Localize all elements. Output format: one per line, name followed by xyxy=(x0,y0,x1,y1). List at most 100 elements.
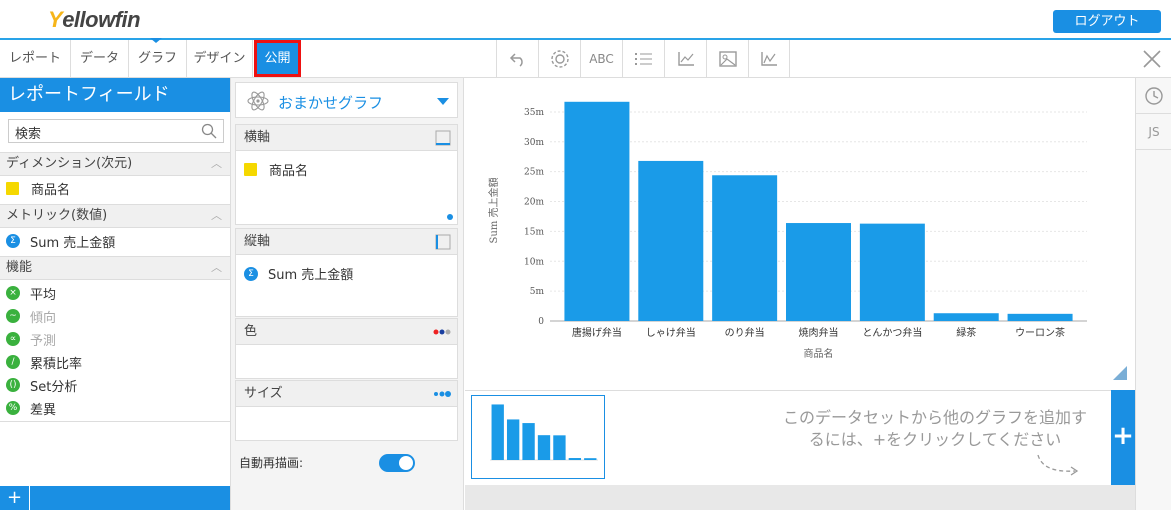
function-item-set-analysis[interactable]: () Set分析 xyxy=(6,374,77,396)
clock-icon[interactable] xyxy=(1136,78,1171,114)
function-item-forecast[interactable]: ∝ 予測 xyxy=(6,328,56,350)
dimension-icon xyxy=(6,181,19,195)
size-dots-icon xyxy=(434,391,451,397)
yellowfin-logo[interactable]: Yellowfin xyxy=(48,7,141,32)
field-item-sum-sales[interactable]: Σ Sum 売上金額 xyxy=(6,230,115,252)
bar xyxy=(564,101,630,321)
x-axis-dropzone[interactable]: 横軸 商品名 xyxy=(235,124,458,225)
auto-redraw-label: 自動再描画: xyxy=(239,456,304,470)
chart-canvas: 0 5m 10m 15m 20m 25m 30m 35m 唐揚げ弁当 しゃけ弁当 のり弁当 焼肉弁当 と… xyxy=(465,78,1135,390)
close-icon[interactable] xyxy=(1141,48,1163,70)
dimension-section-header[interactable]: ディメンション(次元) ︿ xyxy=(0,152,230,176)
function-label: 累積比率 xyxy=(30,356,83,372)
x-tick-label: とんかつ弁当 xyxy=(862,326,922,339)
bar-chart: 0 5m 10m 15m 20m 25m 30m 35m 唐揚げ弁当 しゃけ弁当 のり弁当 焼肉弁当 と… xyxy=(487,101,1087,360)
y-tick-label: 15m xyxy=(524,227,544,237)
function-label: 差異 xyxy=(30,402,57,418)
app-header: Yellowfin ログアウト xyxy=(0,0,1171,40)
function-item-average[interactable]: × 平均 xyxy=(6,282,56,304)
y-axis-dropzone[interactable]: 縦軸 Σ Sum 売上金額 xyxy=(235,228,458,317)
function-label: 予測 xyxy=(30,333,57,349)
bar xyxy=(638,160,704,321)
chart-builder-panel: おまかせグラフ 横軸 商品名 縦軸 Σ Sum 売上金額 色 サイズ 自動再描画… xyxy=(231,78,464,510)
color-dropzone[interactable]: 色 xyxy=(235,318,458,379)
settings-icon[interactable] xyxy=(538,40,580,77)
chevron-down-icon[interactable] xyxy=(437,98,449,105)
y-tick-label: 30m xyxy=(524,138,544,148)
tab-data[interactable]: データ xyxy=(71,40,129,77)
list-icon[interactable] xyxy=(622,40,664,77)
function-label: 傾向 xyxy=(30,310,57,326)
thumbnail-scroll-area xyxy=(465,485,1135,510)
logout-button[interactable]: ログアウト xyxy=(1053,10,1161,33)
divider xyxy=(0,421,230,422)
atom-icon xyxy=(247,91,269,111)
function-item-variance[interactable]: % 差異 xyxy=(6,397,56,419)
line-chart-icon[interactable] xyxy=(748,40,790,77)
y-tick-label: 20m xyxy=(524,198,544,208)
chevron-up-icon[interactable]: ︿ xyxy=(211,257,222,279)
x-tick-label: 焼肉弁当 xyxy=(799,326,839,339)
thumbnail-bar xyxy=(584,458,597,460)
tab-chart[interactable]: グラフ xyxy=(129,40,187,77)
metric-section-header[interactable]: メトリック(数値) ︿ xyxy=(0,204,230,228)
average-icon: × xyxy=(6,286,20,300)
undo-icon[interactable] xyxy=(496,40,538,77)
x-axis-label: 横軸 xyxy=(244,130,271,145)
field-item-product-name[interactable]: 商品名 xyxy=(6,177,70,199)
x-tick-label: 緑茶 xyxy=(956,326,976,339)
function-item-cumulative[interactable]: / 累積比率 xyxy=(6,351,82,373)
add-chart-button[interactable]: + xyxy=(1111,390,1135,485)
size-dropzone[interactable]: サイズ xyxy=(235,380,458,441)
status-dot xyxy=(447,214,453,220)
x-axis-field-label: 商品名 xyxy=(269,164,309,179)
resize-handle-icon[interactable] xyxy=(1113,366,1127,380)
hint-line-2: るには、+をクリックしてください xyxy=(808,430,1062,449)
sigma-icon: Σ xyxy=(6,234,20,248)
panel-title: レポートフィールド xyxy=(0,78,230,112)
axis-icon[interactable] xyxy=(664,40,706,77)
text-format-icon[interactable]: ABC xyxy=(580,40,622,77)
x-axis-field[interactable]: 商品名 xyxy=(244,160,308,179)
y-tick-label: 5m xyxy=(530,287,545,297)
chart-thumbnail[interactable] xyxy=(471,395,605,479)
forecast-icon: ∝ xyxy=(6,332,20,346)
javascript-button[interactable]: JS xyxy=(1136,114,1171,150)
y-axis-header: 縦軸 xyxy=(236,229,457,255)
chevron-up-icon[interactable]: ︿ xyxy=(211,205,222,227)
trend-icon: ~ xyxy=(6,309,20,323)
variance-icon: % xyxy=(6,401,20,415)
image-icon[interactable] xyxy=(706,40,748,77)
y-tick-label: 10m xyxy=(524,257,544,267)
chart-type-select[interactable]: おまかせグラフ xyxy=(235,82,458,118)
tab-report[interactable]: レポート xyxy=(0,40,71,77)
thumbnail-bar xyxy=(537,435,551,460)
search-icon[interactable] xyxy=(201,123,217,139)
y-axis-field[interactable]: Σ Sum 売上金額 xyxy=(244,264,353,283)
y-tick-label: 25m xyxy=(524,168,544,178)
thumbnail-bar xyxy=(568,458,582,460)
thumbnail-chart xyxy=(490,404,598,461)
function-section-label: 機能 xyxy=(6,260,33,275)
cumulative-icon: / xyxy=(6,355,20,369)
search-input[interactable]: 検索 xyxy=(8,119,224,143)
dimension-section-label: ディメンション(次元) xyxy=(6,156,133,171)
hint-line-1: このデータセットから他のグラフを追加す xyxy=(782,408,1087,427)
add-chart-hint: このデータセットから他のグラフを追加す るには、+をクリックしてください xyxy=(755,407,1115,451)
auto-redraw-toggle[interactable] xyxy=(379,454,415,472)
thumbnail-bar xyxy=(522,423,535,460)
bar xyxy=(786,223,851,321)
report-tab-bar: レポート データ グラフ デザイン 公開 ABC xyxy=(0,40,1171,78)
function-section-header[interactable]: 機能 ︿ xyxy=(0,256,230,280)
x-axis-title: 商品名 xyxy=(804,347,834,360)
tab-publish[interactable]: 公開 xyxy=(254,40,301,77)
tab-design[interactable]: デザイン xyxy=(187,40,253,77)
x-tick-label: しゃけ弁当 xyxy=(646,326,696,339)
x-tick-label: 唐揚げ弁当 xyxy=(572,326,622,339)
chevron-up-icon[interactable]: ︿ xyxy=(211,153,222,175)
add-field-button[interactable]: + xyxy=(0,486,30,510)
chart-type-label: おまかせグラフ xyxy=(278,94,384,112)
report-fields-panel: レポートフィールド 検索 ディメンション(次元) ︿ 商品名 メトリック(数値)… xyxy=(0,78,231,510)
function-item-trend[interactable]: ~ 傾向 xyxy=(6,305,56,327)
size-header: サイズ xyxy=(236,381,457,407)
